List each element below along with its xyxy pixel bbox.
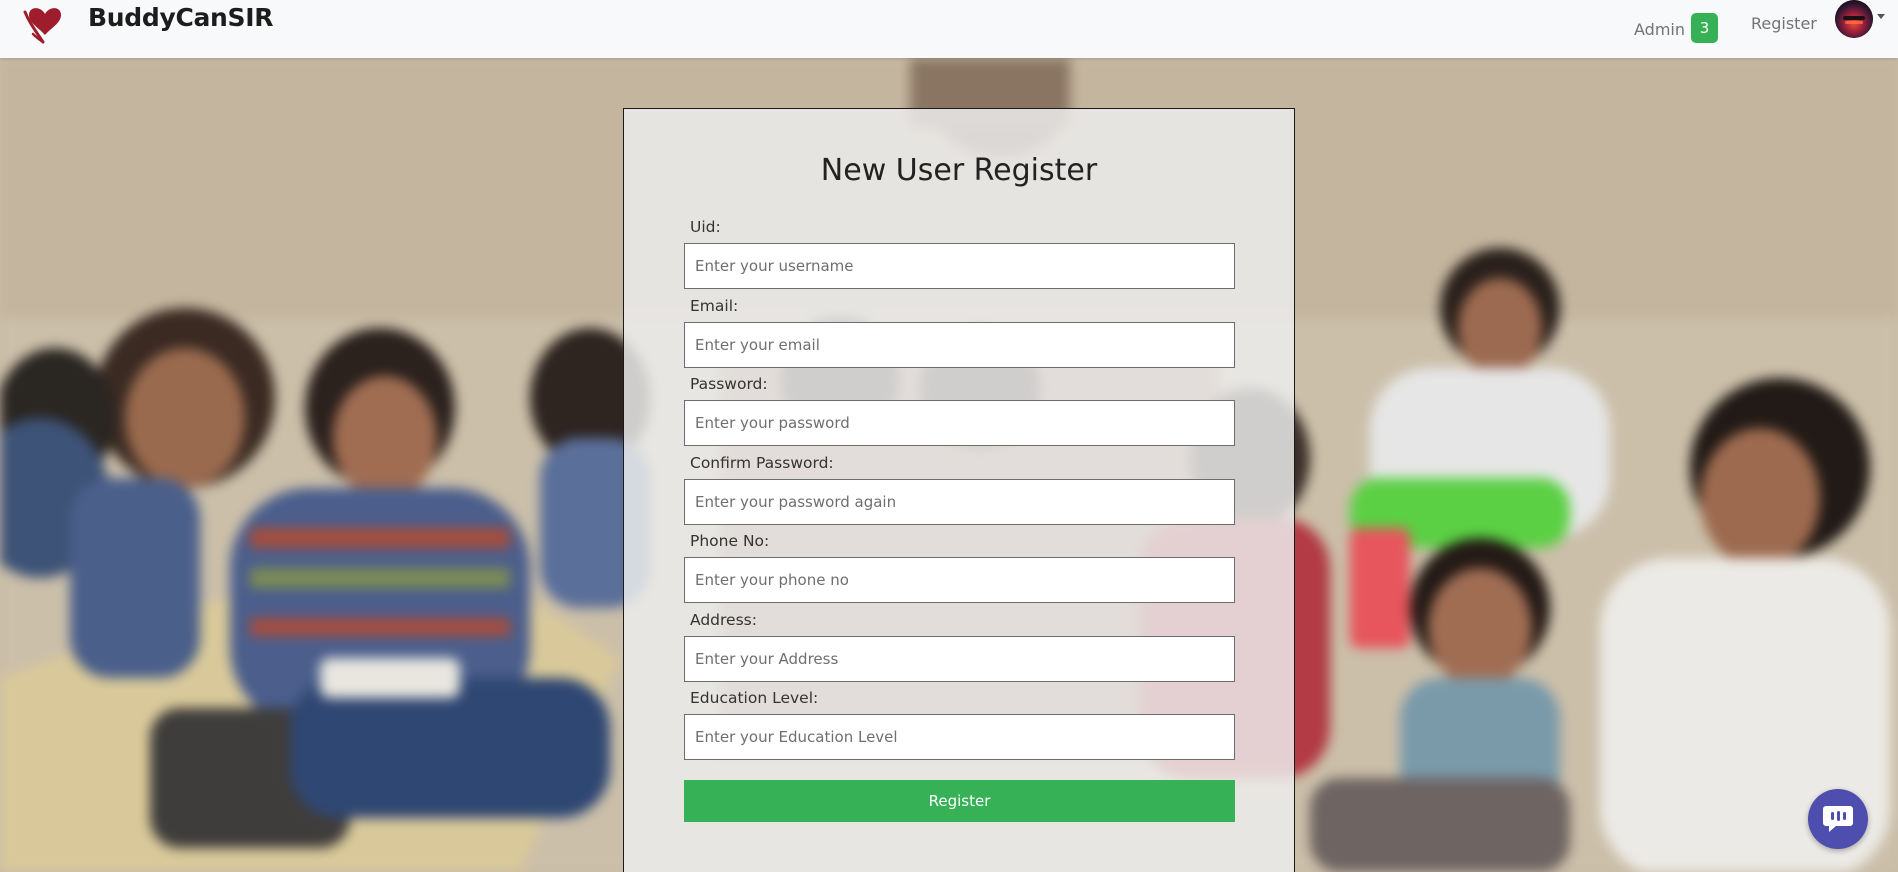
brand-name[interactable]: BuddyCanSIR [88,3,274,32]
education-level-input[interactable] [684,714,1235,760]
chat-widget-button[interactable] [1808,789,1868,849]
nav-admin-label: Admin [1634,19,1685,39]
education-level-label: Education Level: [690,689,819,707]
chat-bubble-icon [1823,806,1853,832]
uid-input[interactable] [684,243,1235,289]
heart-logo-icon[interactable] [21,4,66,44]
admin-count-badge: 3 [1691,13,1718,43]
email-input[interactable] [684,322,1235,368]
nav-admin-link[interactable]: Admin 3 [1634,13,1718,44]
uid-label: Uid: [690,218,721,236]
avatar-image-icon [1835,0,1873,38]
phone-label: Phone No: [690,532,770,550]
top-navbar: BuddyCanSIR Admin 3 Register [0,0,1898,58]
form-title: New User Register [820,153,1098,188]
register-card: New User Register Uid: Email: Password: … [623,108,1295,872]
user-avatar[interactable] [1835,0,1873,38]
phone-input[interactable] [684,557,1235,603]
nav-register-link[interactable]: Register [1751,14,1817,33]
avatar-dropdown-caret-icon[interactable] [1877,14,1885,19]
address-label: Address: [690,611,757,629]
confirm-password-input[interactable] [684,479,1235,525]
register-submit-button[interactable]: Register [684,780,1235,822]
confirm-password-label: Confirm Password: [690,454,834,472]
email-label: Email: [690,297,739,315]
password-input[interactable] [684,400,1235,446]
password-label: Password: [690,375,768,393]
address-input[interactable] [684,636,1235,682]
